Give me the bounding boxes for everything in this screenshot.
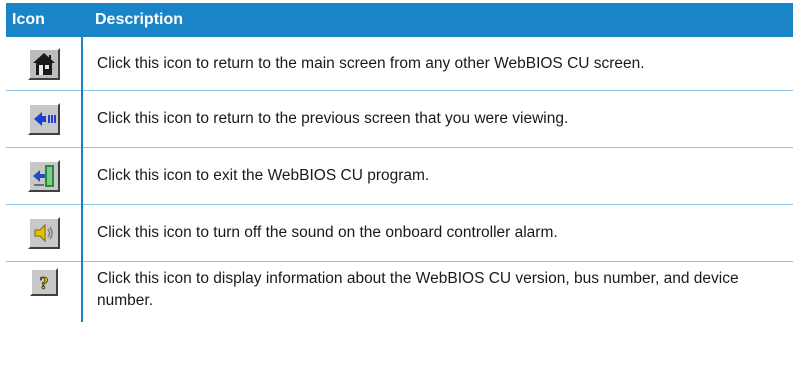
description-cell: Click this icon to return to the main sc… xyxy=(82,37,793,91)
description-cell: Click this icon to exit the WebBIOS CU p… xyxy=(82,147,793,205)
header-icon: Icon xyxy=(6,3,82,37)
table-header-row: Icon Description xyxy=(6,3,793,37)
table-row: ? Click this icon to display information… xyxy=(6,261,793,322)
icon-description-table: Icon Description Click this icon to retu… xyxy=(6,3,793,322)
exit-door-icon xyxy=(27,160,60,192)
back-arrow-icon xyxy=(27,103,60,135)
description-cell: Click this icon to return to the previou… xyxy=(82,90,793,148)
home-icon xyxy=(27,47,60,80)
table-row: Click this icon to return to the main sc… xyxy=(6,37,793,91)
question-mark-icon: ? xyxy=(29,268,58,296)
icon-cell xyxy=(6,37,83,91)
table-row: Click this icon to exit the WebBIOS CU p… xyxy=(6,147,793,205)
header-description: Description xyxy=(82,3,793,37)
icon-cell xyxy=(6,147,83,205)
table-row: Click this icon to return to the previou… xyxy=(6,90,793,148)
icon-cell xyxy=(6,204,83,262)
description-cell: Click this icon to display information a… xyxy=(97,270,739,309)
icon-cell xyxy=(6,90,83,148)
svg-text:?: ? xyxy=(39,273,48,293)
speaker-mute-icon xyxy=(27,217,60,249)
icon-description-table-wrapper: Icon Description Click this icon to retu… xyxy=(6,3,793,322)
description-cell: Click this icon to turn off the sound on… xyxy=(82,204,793,262)
icon-cell: ? xyxy=(6,261,83,322)
table-row: Click this icon to turn off the sound on… xyxy=(6,204,793,262)
